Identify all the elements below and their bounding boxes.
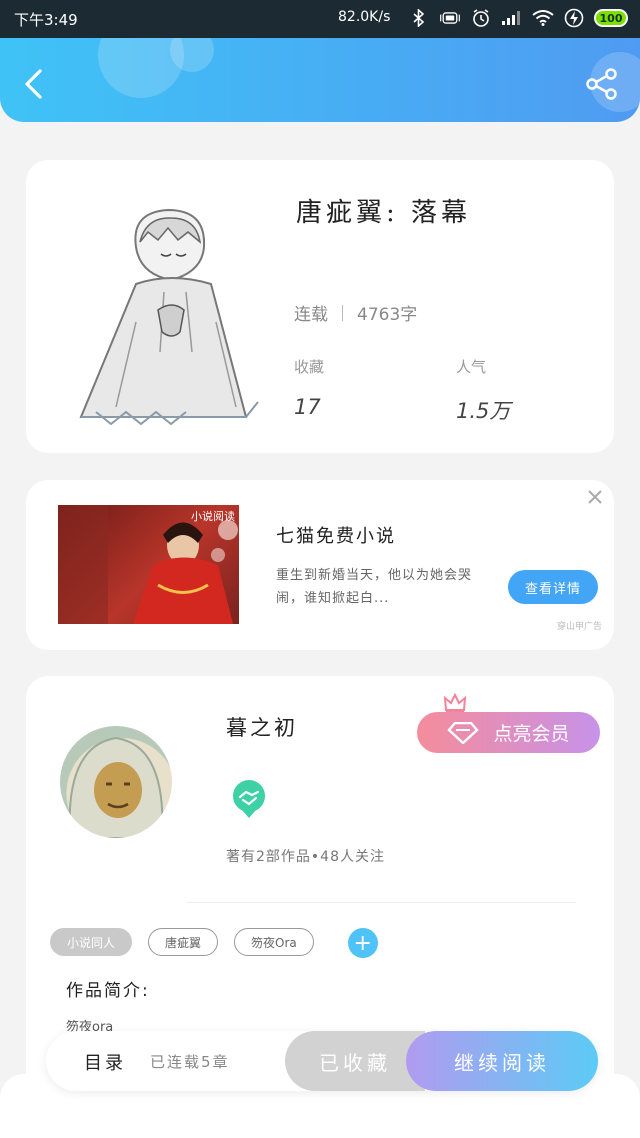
favorites-value: 17 (294, 395, 321, 419)
vip-button[interactable]: 点亮会员 (417, 712, 600, 753)
ad-card[interactable]: 小说阅读 七猫免费小说 重生到新婚当天，他以为她会哭闹，谁知掀起白... 查看详… (26, 480, 614, 650)
ad-source-label: 穿山甲广告 (556, 622, 602, 632)
author-avatar[interactable] (60, 726, 172, 838)
handshake-badge-icon (233, 780, 265, 818)
bluetooth-icon (408, 8, 430, 28)
vip-label: 点亮会员 (493, 723, 570, 745)
popularity-label: 人气 (456, 358, 487, 376)
charging-icon (563, 8, 585, 28)
tag-list: 小说同人 唐疵翼 笏夜Ora + (50, 928, 378, 958)
ad-image-tag: 小说阅读 (191, 510, 235, 523)
section-divider (186, 902, 576, 903)
favorites-stat: 收藏 17 (294, 356, 324, 419)
book-status-row: 连载 4763字 (294, 300, 417, 325)
top-header (0, 38, 640, 122)
bottom-action-bar: 目录 已连载5章 已收藏 继续阅读 (46, 1031, 598, 1091)
tag-item[interactable]: 小说同人 (50, 928, 133, 956)
book-title: 唐疵翼: 落幕 (296, 198, 472, 228)
crown-icon (443, 692, 467, 713)
ad-details-button[interactable]: 查看详情 (508, 570, 598, 604)
author-stats: 著有2部作品•48人关注 (226, 849, 385, 865)
tag-item[interactable]: 唐疵翼 (148, 928, 219, 956)
vibrate-icon (439, 8, 461, 28)
serial-status: 连载 (294, 305, 328, 325)
intro-label: 作品简介: (66, 981, 150, 1001)
ad-close-icon[interactable] (586, 488, 604, 506)
chapter-count[interactable]: 已连载5章 (150, 1051, 230, 1072)
status-bar: 下午3:49 82.0K/s 100 (0, 0, 640, 38)
ad-description: 重生到新婚当天，他以为她会哭闹，谁知掀起白... (276, 568, 473, 606)
share-button[interactable] (584, 66, 620, 102)
battery-icon: 100 (594, 9, 628, 27)
signal-icon (501, 8, 523, 28)
continue-reading-button[interactable]: 继续阅读 (406, 1031, 598, 1091)
author-name: 暮之初 (226, 716, 298, 740)
status-time: 下午3:49 (14, 11, 78, 29)
tag-item[interactable]: 笏夜Ora (234, 928, 314, 956)
book-info-card: 唐疵翼: 落幕 连载 4763字 收藏 17 人气 1.5万 (26, 160, 614, 453)
back-button[interactable] (18, 68, 50, 100)
book-cover-image[interactable] (76, 192, 266, 432)
favorites-label: 收藏 (294, 358, 325, 376)
popularity-value: 1.5万 (456, 399, 511, 423)
diamond-icon (447, 721, 480, 744)
word-count: 4763字 (357, 305, 418, 325)
alarm-icon (470, 8, 492, 28)
ad-image[interactable]: 小说阅读 (58, 505, 239, 624)
add-tag-button[interactable]: + (347, 928, 378, 958)
toc-button[interactable]: 目录 (84, 1049, 126, 1075)
status-divider (342, 304, 343, 321)
popularity-stat: 人气 1.5万 (456, 356, 510, 425)
network-speed: 82.0K/s (338, 9, 391, 25)
wifi-icon (532, 8, 554, 28)
ad-title: 七猫免费小说 (276, 526, 396, 547)
favorited-button[interactable]: 已收藏 (285, 1031, 425, 1091)
